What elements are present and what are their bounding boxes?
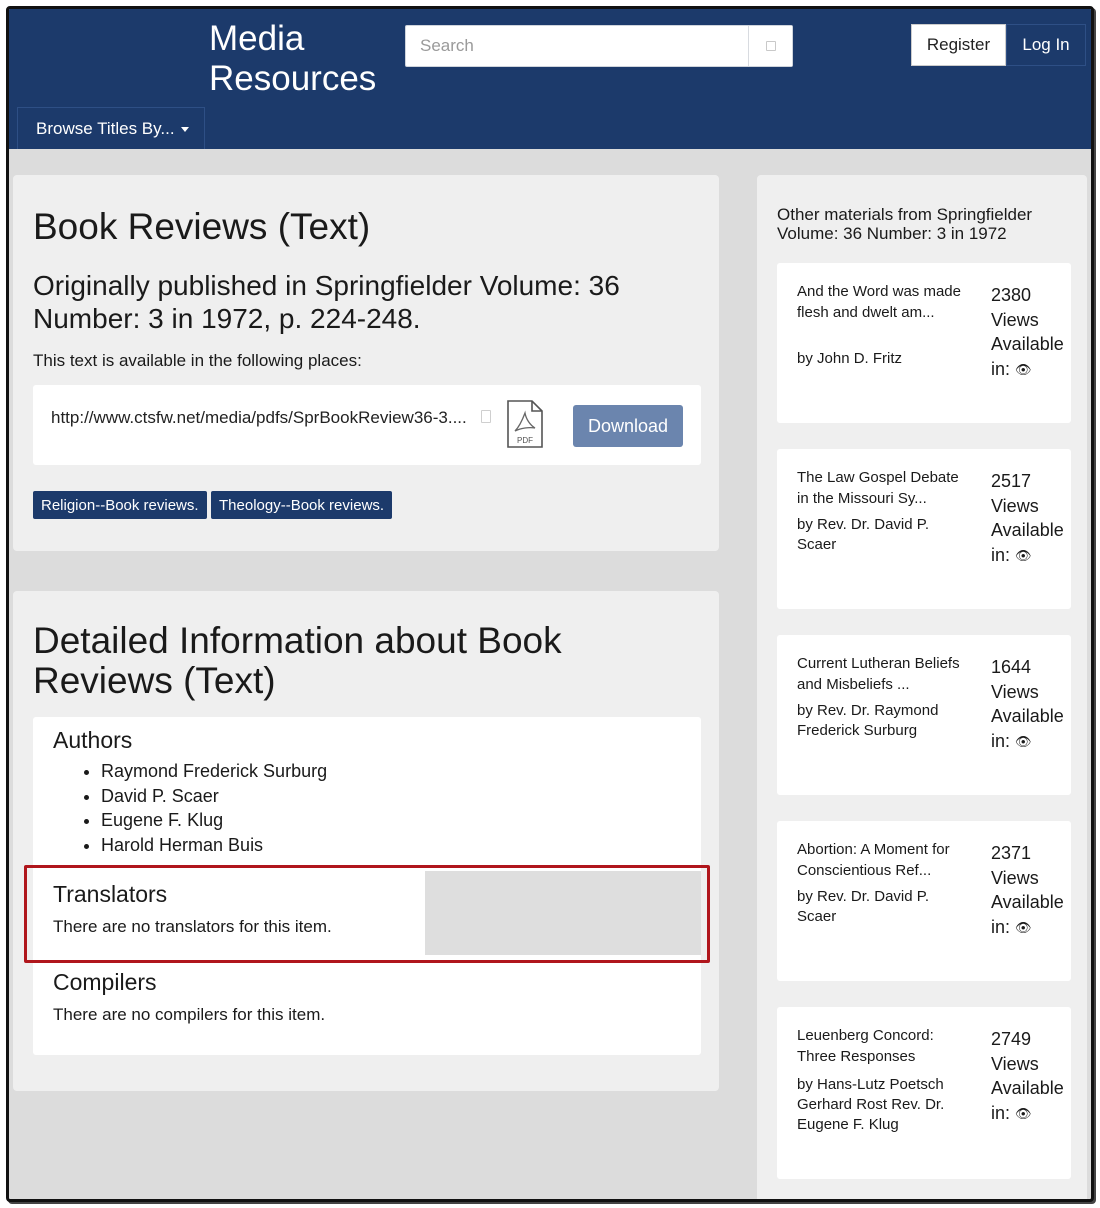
compilers-heading: Compilers: [53, 969, 157, 995]
available-label: Available: [991, 520, 1064, 540]
views-label: Views: [991, 495, 1039, 516]
related-item-stats: 2517 Views Available in: 👁: [991, 469, 1064, 569]
item-summary-panel: Book Reviews (Text) Originally published…: [13, 175, 719, 551]
subject-tag[interactable]: Religion--Book reviews.: [33, 491, 207, 519]
site-brand[interactable]: Media Resources: [209, 19, 409, 99]
related-item-title[interactable]: Abortion: A Moment for Conscientious Ref…: [797, 839, 965, 881]
detail-panel: Detailed Information about Book Reviews …: [13, 591, 719, 1091]
sidebar-heading: Other materials from Springfielder Volum…: [777, 205, 1033, 243]
available-label: Available: [991, 706, 1064, 726]
related-item-card[interactable]: Leuenberg Concord: Three Responses by Ha…: [777, 1007, 1071, 1179]
view-count: 2380: [991, 285, 1032, 305]
eye-icon[interactable]: 👁: [1015, 548, 1032, 563]
authors-heading: Authors: [53, 727, 133, 753]
author-item: Harold Herman Buis: [101, 833, 327, 858]
view-count: 1644: [991, 657, 1032, 677]
related-item-author: by Hans-Lutz Poetsch Gerhard Rost Rev. D…: [797, 1076, 945, 1133]
pdf-file-icon[interactable]: PDF: [505, 399, 545, 449]
contributors-card: Authors Raymond Frederick Surburg David …: [33, 717, 701, 1055]
search-input[interactable]: [406, 26, 748, 66]
publication-info: Originally published in Springfielder Vo…: [33, 270, 620, 334]
eye-icon[interactable]: 👁: [1015, 1106, 1032, 1121]
translators-grey-area: [425, 871, 701, 955]
browse-titles-dropdown[interactable]: Browse Titles By...: [17, 107, 205, 149]
resource-url-link[interactable]: http://www.ctsfw.net/media/pdfs/SprBookR…: [51, 408, 467, 428]
subject-tag[interactable]: Theology--Book reviews.: [211, 491, 393, 519]
availability-text: This text is available in the following …: [33, 351, 362, 370]
search-box: [405, 25, 793, 67]
views-label: Views: [991, 867, 1039, 888]
search-button[interactable]: [748, 26, 792, 66]
login-button[interactable]: Log In: [1006, 24, 1086, 66]
in-label: in:: [991, 544, 1011, 565]
related-item-stats: 2749 Views Available in: 👁: [991, 1027, 1064, 1127]
related-item-author: by Rev. Dr. Raymond Frederick Surburg: [797, 702, 939, 739]
in-label: in:: [991, 916, 1011, 937]
caret-down-icon: [180, 127, 189, 132]
related-materials-sidebar: Other materials from Springfielder Volum…: [757, 175, 1087, 1199]
download-button[interactable]: Download: [573, 405, 683, 447]
detail-title: Detailed Information about Book Reviews …: [33, 620, 562, 701]
in-label: in:: [991, 730, 1011, 751]
related-item-stats: 2380 Views Available in: 👁: [991, 283, 1064, 383]
available-label: Available: [991, 334, 1064, 354]
related-item-card[interactable]: Abortion: A Moment for Conscientious Ref…: [777, 821, 1071, 981]
site-header: Media Resources Register Log In Browse T…: [9, 9, 1091, 149]
related-item-title[interactable]: And the Word was made flesh and dwelt am…: [797, 281, 965, 323]
related-item-author: by Rev. Dr. David P. Scaer: [797, 888, 929, 925]
external-link-icon: [481, 410, 491, 423]
related-item-author: by John D. Fritz: [797, 350, 903, 367]
resource-link-card: http://www.ctsfw.net/media/pdfs/SprBookR…: [33, 385, 701, 465]
views-label: Views: [991, 309, 1039, 330]
compilers-text: There are no compilers for this item.: [53, 1005, 326, 1024]
authors-list: Raymond Frederick Surburg David P. Scaer…: [101, 759, 327, 857]
in-label: in:: [991, 1102, 1011, 1123]
related-item-title[interactable]: The Law Gospel Debate in the Missouri Sy…: [797, 467, 965, 509]
translators-section: Translators There are no translators for…: [33, 871, 701, 955]
related-item-stats: 1644 Views Available in: 👁: [991, 655, 1064, 755]
views-label: Views: [991, 1053, 1039, 1074]
author-item: David P. Scaer: [101, 784, 327, 809]
register-button[interactable]: Register: [911, 24, 1006, 66]
search-icon: [765, 41, 776, 51]
author-item: Eugene F. Klug: [101, 808, 327, 833]
browser-frame: Media Resources Register Log In Browse T…: [6, 6, 1094, 1202]
related-item-stats: 2371 Views Available in: 👁: [991, 841, 1064, 941]
view-count: 2517: [991, 471, 1032, 491]
eye-icon[interactable]: 👁: [1015, 920, 1032, 935]
related-item-card[interactable]: The Law Gospel Debate in the Missouri Sy…: [777, 449, 1071, 609]
view-count: 2749: [991, 1029, 1032, 1049]
author-item: Raymond Frederick Surburg: [101, 759, 327, 784]
in-label: in:: [991, 358, 1011, 379]
related-item-author: by Rev. Dr. David P. Scaer: [797, 516, 929, 553]
brand-line-1: Media: [209, 19, 305, 58]
eye-icon[interactable]: 👁: [1015, 734, 1032, 749]
views-label: Views: [991, 681, 1039, 702]
eye-icon[interactable]: 👁: [1015, 362, 1032, 377]
related-item-title[interactable]: Current Lutheran Beliefs and Misbeliefs …: [797, 653, 965, 695]
page-title: Book Reviews (Text): [33, 206, 371, 247]
related-item-title[interactable]: Leuenberg Concord: Three Responses: [797, 1025, 965, 1067]
available-label: Available: [991, 1078, 1064, 1098]
browse-titles-label: Browse Titles By...: [36, 118, 175, 138]
related-item-card[interactable]: Current Lutheran Beliefs and Misbeliefs …: [777, 635, 1071, 795]
pdf-icon-label: PDF: [517, 436, 533, 445]
translators-text: There are no translators for this item.: [53, 917, 332, 936]
related-item-card[interactable]: And the Word was made flesh and dwelt am…: [777, 263, 1071, 423]
brand-line-2: Resources: [209, 59, 377, 98]
view-count: 2371: [991, 843, 1032, 863]
available-label: Available: [991, 892, 1064, 912]
translators-heading: Translators: [53, 881, 168, 907]
